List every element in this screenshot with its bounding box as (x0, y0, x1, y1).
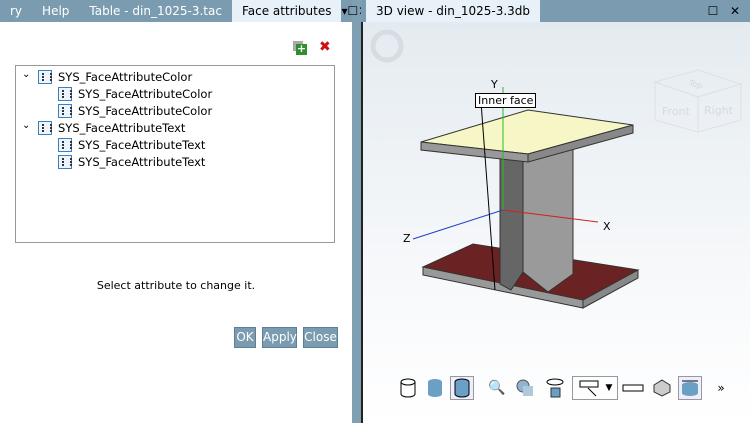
transparency-icon[interactable] (513, 376, 537, 400)
cube-top-label: Top (687, 78, 703, 90)
z-axis-label: Z (403, 232, 411, 245)
tree-item-label: SYS_FaceAttributeColor (78, 86, 213, 101)
delete-icon[interactable]: ✖ (319, 39, 331, 55)
tab-table[interactable]: Table - din_1025-3.tac (79, 0, 232, 22)
wireframe-icon[interactable] (396, 376, 420, 400)
y-axis-label: Y (490, 78, 498, 91)
inner-face-label: Inner face (475, 93, 537, 108)
tab-3d-view[interactable]: 3D view - din_1025-3.3db (366, 0, 541, 22)
close-button[interactable]: Close (303, 327, 338, 348)
hint-text: Select attribute to change it. (96, 279, 256, 292)
shaded-edges-icon[interactable] (450, 376, 474, 400)
tree-item[interactable]: SYS_FaceAttributeColor (38, 68, 192, 85)
zoom-fit-icon[interactable]: 🔍 (485, 376, 509, 400)
chevron-down-icon[interactable]: ⌄ (22, 120, 30, 131)
rotate-animation-icon[interactable] (543, 376, 567, 400)
tree-item-label: SYS_FaceAttributeText (58, 120, 186, 135)
rotate-icon[interactable] (370, 29, 404, 63)
cube-front-label: Front (662, 105, 691, 118)
tree-item-label: SYS_FaceAttributeText (78, 154, 206, 169)
maximize-icon[interactable]: ☐ (348, 4, 359, 18)
chevron-down-icon: ▼ (605, 383, 613, 393)
tree-item[interactable]: SYS_FaceAttributeText (58, 153, 205, 170)
close-icon[interactable]: ✕ (724, 4, 746, 18)
chevron-down-icon[interactable]: ⌄ (22, 69, 30, 80)
attribute-icon (38, 69, 52, 84)
attribute-tree[interactable]: ⌄ SYS_FaceAttributeColor SYS_FaceAttribu… (15, 65, 335, 243)
ok-button[interactable]: OK (234, 327, 256, 348)
3d-view-panel[interactable]: Top Front Right X Y Z Inner face 🔍 ▼ » (361, 22, 750, 423)
maximize-icon[interactable]: ☐ (702, 4, 724, 18)
face-attributes-panel: + ✖ ⌄ SYS_FaceAttributeColor SYS_FaceAtt… (0, 22, 352, 423)
measure-dropdown[interactable]: ▼ (572, 376, 618, 400)
x-axis-label: X (603, 220, 611, 233)
mesh-icon[interactable] (650, 376, 674, 400)
tree-item[interactable]: SYS_FaceAttributeColor (58, 85, 212, 102)
attribute-icon (58, 154, 72, 169)
tree-item[interactable]: SYS_FaceAttributeText (58, 136, 205, 153)
attribute-icon (58, 137, 72, 152)
more-tools-button[interactable]: » (709, 376, 733, 400)
tab-history[interactable]: ry (0, 0, 32, 22)
tree-item[interactable]: SYS_FaceAttributeColor (58, 102, 212, 119)
add-attribute-icon[interactable]: + (293, 41, 307, 55)
apply-button[interactable]: Apply (262, 327, 297, 348)
attribute-icon (58, 103, 72, 118)
attribute-icon (58, 86, 72, 101)
tree-item-label: SYS_FaceAttributeColor (78, 103, 213, 118)
attribute-icon (38, 120, 52, 135)
view-cube[interactable] (653, 69, 743, 133)
tree-item[interactable]: SYS_FaceAttributeText (38, 119, 185, 136)
dimension-icon[interactable] (678, 376, 702, 400)
left-tab-bar: ry Help Table - din_1025-3.tac Face attr… (0, 0, 368, 22)
tab-face-attributes[interactable]: Face attributes (231, 0, 342, 22)
cube-right-label: Right (704, 104, 734, 117)
tab-help[interactable]: Help (32, 0, 79, 22)
tree-item-label: SYS_FaceAttributeColor (58, 69, 193, 84)
ruler-icon[interactable] (621, 376, 645, 400)
shaded-icon[interactable] (423, 376, 447, 400)
3d-viewport[interactable]: Top Front Right X Y Z (363, 22, 750, 352)
tree-item-label: SYS_FaceAttributeText (78, 137, 206, 152)
i-beam-model (420, 109, 640, 309)
right-tab-bar: 3D view - din_1025-3.3db ☐ ✕ (361, 0, 750, 22)
